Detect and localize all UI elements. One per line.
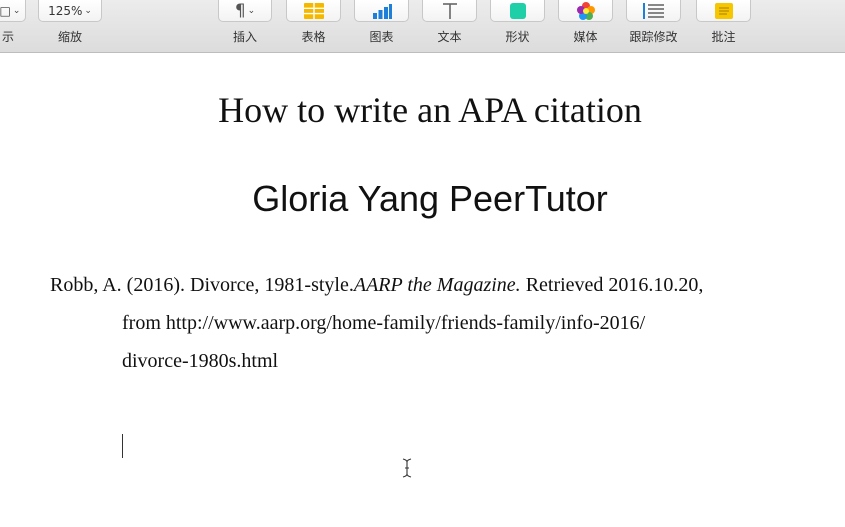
citation-retrieved: Retrieved 2016.10.20,	[520, 274, 704, 296]
chevron-down-icon: ⌄	[84, 5, 92, 16]
insert-label: 插入	[232, 30, 257, 44]
view-button[interactable]: □ ⌄	[0, 0, 26, 22]
comment-icon	[714, 2, 733, 19]
text-button[interactable]	[422, 0, 477, 22]
citation-journal: AARP the Magazine.	[353, 274, 521, 296]
zoom-label: 缩放	[57, 30, 82, 44]
text-label: 文本	[437, 30, 462, 44]
chevron-down-icon: ⌄	[12, 5, 21, 16]
apa-citation[interactable]: Robb, A. (2016). Divorce, 1981-style.AAR…	[50, 266, 790, 380]
track-changes-button[interactable]	[626, 0, 681, 22]
table-label: 表格	[301, 30, 326, 44]
zoom-value: 125%	[48, 3, 83, 18]
chevron-down-icon: ⌄	[247, 5, 256, 16]
paragraph-icon: ¶	[234, 0, 246, 21]
view-icon: □	[0, 3, 11, 18]
media-label: 媒体	[573, 30, 598, 44]
chart-icon	[372, 3, 392, 19]
media-icon	[576, 1, 595, 20]
shape-button[interactable]	[490, 0, 545, 22]
ibeam-cursor-icon	[402, 458, 412, 478]
chart-label: 图表	[369, 30, 394, 44]
shape-icon	[509, 2, 526, 19]
citation-line-1: Robb, A. (2016). Divorce, 1981-style.AAR…	[50, 266, 790, 304]
view-label: 示	[1, 30, 14, 44]
citation-line-2: from http://www.aarp.org/home-family/fri…	[122, 312, 646, 334]
text-icon	[442, 2, 457, 19]
table-button[interactable]	[286, 0, 341, 22]
comment-label: 批注	[711, 30, 736, 44]
comment-button[interactable]	[696, 0, 751, 22]
shape-label: 形状	[505, 30, 530, 44]
chart-button[interactable]	[354, 0, 409, 22]
document-title[interactable]: How to write an APA citation	[0, 89, 845, 131]
document-subtitle[interactable]: Gloria Yang PeerTutor	[0, 178, 845, 220]
citation-author-title: Robb, A. (2016). Divorce, 1981-style.	[50, 274, 354, 296]
media-button[interactable]	[558, 0, 613, 22]
zoom-select[interactable]: 125% ⌄	[38, 0, 102, 22]
insert-button[interactable]: ¶ ⌄	[218, 0, 272, 22]
track-changes-label: 跟踪修改	[629, 30, 678, 44]
table-icon	[303, 2, 324, 19]
text-caret	[122, 434, 123, 458]
citation-line-3: divorce-1980s.html	[122, 350, 279, 372]
list-icon	[642, 2, 664, 19]
toolbar: □ ⌄ 示 125% ⌄ 缩放 ¶ ⌄ 插入 表格 图表 文本 形状 媒体 跟踪…	[0, 0, 845, 53]
